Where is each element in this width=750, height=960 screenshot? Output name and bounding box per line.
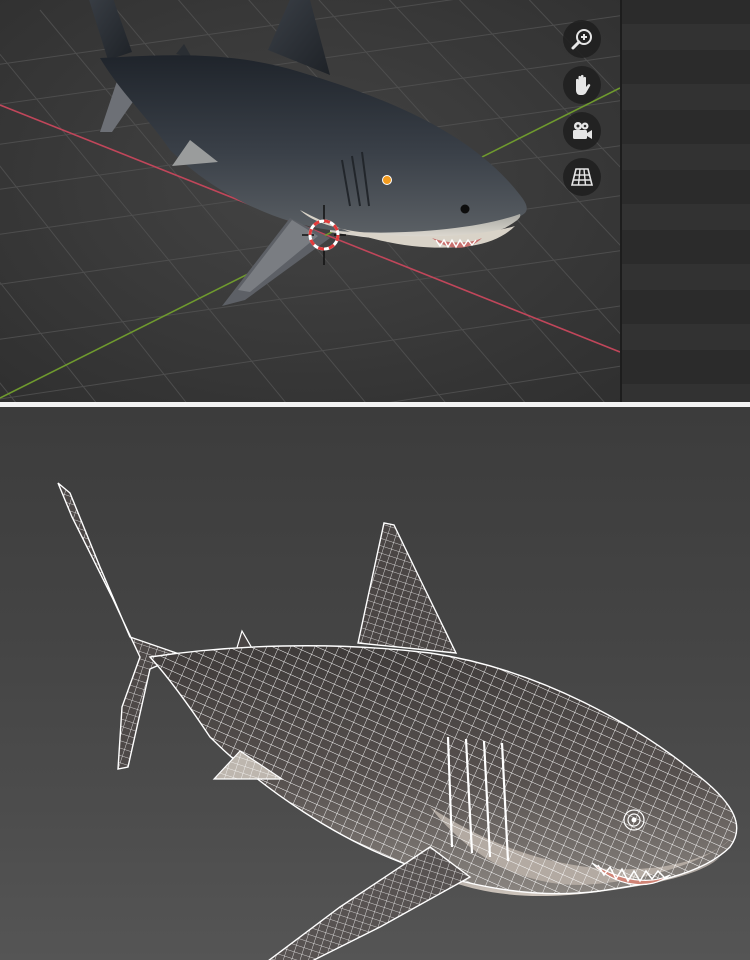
camera-icon <box>573 122 592 139</box>
object-origin <box>382 175 392 185</box>
perspective-toggle-button[interactable] <box>563 158 601 196</box>
hand-pan-icon <box>576 74 591 95</box>
wireframe-render <box>0 407 750 960</box>
pan-button[interactable] <box>563 66 601 104</box>
camera-view-button[interactable] <box>563 112 601 150</box>
perspective-grid-icon <box>570 168 594 186</box>
navigation-gizmo <box>563 20 603 204</box>
zoom-button[interactable] <box>563 20 601 58</box>
tail-fin <box>57 482 184 770</box>
zoom-icon <box>571 29 592 50</box>
screenshot-composite <box>0 0 750 960</box>
dorsal-fin <box>357 522 458 654</box>
properties-panel-strip <box>620 0 750 402</box>
viewport-scene <box>0 0 620 402</box>
pectoral-fin <box>268 846 472 960</box>
3d-viewport[interactable] <box>0 0 620 402</box>
wireframe-shark <box>57 482 738 960</box>
